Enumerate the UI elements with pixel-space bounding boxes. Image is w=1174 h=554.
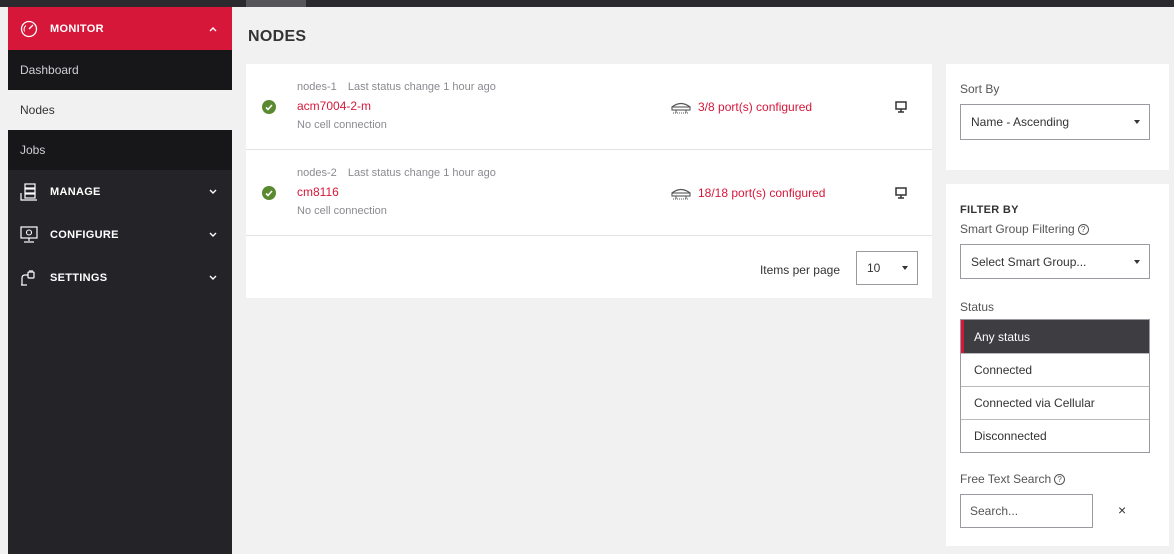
- chevron-down-icon[interactable]: [206, 271, 220, 285]
- sidebar-item-dashboard[interactable]: Dashboard: [8, 50, 232, 90]
- sidebar-settings-label: SETTINGS: [50, 271, 108, 284]
- ports-configured-link[interactable]: 18/18 port(s) configured: [670, 186, 825, 200]
- node-group: nodes-2: [297, 167, 337, 179]
- ports-configured-link[interactable]: 3/8 port(s) configured: [670, 100, 812, 114]
- node-row[interactable]: nodes-1 Last status change 1 hour ago ac…: [246, 64, 932, 150]
- node-meta: nodes-2 Last status change 1 hour ago: [297, 167, 496, 179]
- node-row[interactable]: nodes-2 Last status change 1 hour ago cm…: [246, 150, 932, 236]
- node-status-change: Last status change 1 hour ago: [347, 167, 496, 179]
- settings-plug-icon: [18, 267, 40, 289]
- sort-by-select[interactable]: Name - Ascending: [960, 104, 1150, 140]
- items-per-page-label: Items per page: [759, 263, 840, 277]
- check-circle-icon: [262, 186, 276, 200]
- free-text-search-label: Free Text Search?: [960, 472, 1066, 486]
- chevron-down-icon[interactable]: [206, 185, 220, 199]
- sidebar-settings-header[interactable]: SETTINGS: [8, 256, 232, 299]
- close-icon[interactable]: ×: [1118, 502, 1126, 518]
- server-stack-icon: [18, 181, 40, 203]
- sort-by-label: Sort By: [960, 82, 1000, 96]
- smart-group-label: Smart Group Filtering?: [960, 222, 1089, 236]
- chevron-down-icon[interactable]: [206, 228, 220, 242]
- sidebar-configure-label: CONFIGURE: [50, 228, 119, 241]
- sidebar-manage-label: MANAGE: [50, 185, 101, 198]
- pager: Items per page 10: [246, 236, 932, 298]
- node-status-change: Last status change 1 hour ago: [347, 81, 496, 93]
- search-input[interactable]: [970, 504, 1080, 518]
- sidebar: MONITOR Dashboard Nodes Jobs MANAGE CONF…: [8, 7, 232, 554]
- status-listbox: Any status Connected Connected via Cellu…: [960, 319, 1150, 453]
- free-text-search-label-text: Free Text Search: [960, 472, 1052, 486]
- help-icon[interactable]: ?: [1077, 224, 1089, 235]
- console-icon[interactable]: [894, 186, 908, 200]
- search-field[interactable]: [960, 494, 1093, 528]
- node-name-link[interactable]: cm8116: [297, 185, 339, 199]
- top-bar: [0, 0, 1174, 7]
- node-name-link[interactable]: acm7004-2-m: [297, 99, 371, 113]
- node-meta: nodes-1 Last status change 1 hour ago: [297, 81, 496, 93]
- smart-group-label-text: Smart Group Filtering: [960, 222, 1075, 236]
- items-per-page-value: 10: [867, 261, 881, 275]
- node-cell-status: No cell connection: [297, 119, 387, 131]
- caret-down-icon: [1134, 120, 1140, 124]
- sidebar-manage-header[interactable]: MANAGE: [8, 170, 232, 213]
- ports-configured-text: 18/18 port(s) configured: [698, 186, 826, 200]
- items-per-page-select[interactable]: 10: [856, 251, 918, 285]
- filter-panel: FILTER BY Smart Group Filtering? Select …: [946, 184, 1169, 546]
- sort-by-value: Name - Ascending: [971, 115, 1070, 129]
- sort-panel: Sort By Name - Ascending: [946, 64, 1169, 170]
- smart-group-select[interactable]: Select Smart Group...: [960, 244, 1150, 279]
- node-cell-status: No cell connection: [297, 205, 387, 217]
- ethernet-port-icon: [671, 102, 691, 114]
- ports-configured-text: 3/8 port(s) configured: [698, 100, 813, 114]
- sidebar-item-nodes[interactable]: Nodes: [8, 90, 232, 130]
- caret-down-icon: [902, 266, 908, 270]
- caret-down-icon: [1134, 259, 1140, 264]
- help-icon[interactable]: ?: [1054, 474, 1066, 485]
- monitor-gear-icon: [18, 224, 40, 246]
- status-option-cellular[interactable]: Connected via Cellular: [961, 386, 1149, 419]
- node-group: nodes-1: [297, 81, 337, 93]
- smart-group-value: Select Smart Group...: [971, 254, 1087, 269]
- sidebar-monitor-header[interactable]: MONITOR: [8, 7, 232, 50]
- ethernet-port-icon: [671, 188, 691, 200]
- status-option-any[interactable]: Any status: [961, 320, 1149, 353]
- top-bar-accent: [246, 0, 306, 7]
- status-option-connected[interactable]: Connected: [961, 353, 1149, 386]
- gauge-icon: [18, 18, 40, 40]
- console-icon[interactable]: [894, 100, 908, 114]
- nodes-list: nodes-1 Last status change 1 hour ago ac…: [246, 64, 932, 298]
- sidebar-monitor-label: MONITOR: [50, 22, 104, 35]
- status-label: Status: [960, 300, 995, 314]
- chevron-up-icon[interactable]: [206, 22, 220, 36]
- status-option-disconnected[interactable]: Disconnected: [961, 419, 1149, 452]
- filter-by-title: FILTER BY: [960, 204, 1019, 216]
- page-title: NODES: [248, 28, 307, 45]
- sidebar-item-jobs[interactable]: Jobs: [8, 130, 232, 170]
- sidebar-configure-header[interactable]: CONFIGURE: [8, 213, 232, 256]
- check-circle-icon: [262, 100, 276, 114]
